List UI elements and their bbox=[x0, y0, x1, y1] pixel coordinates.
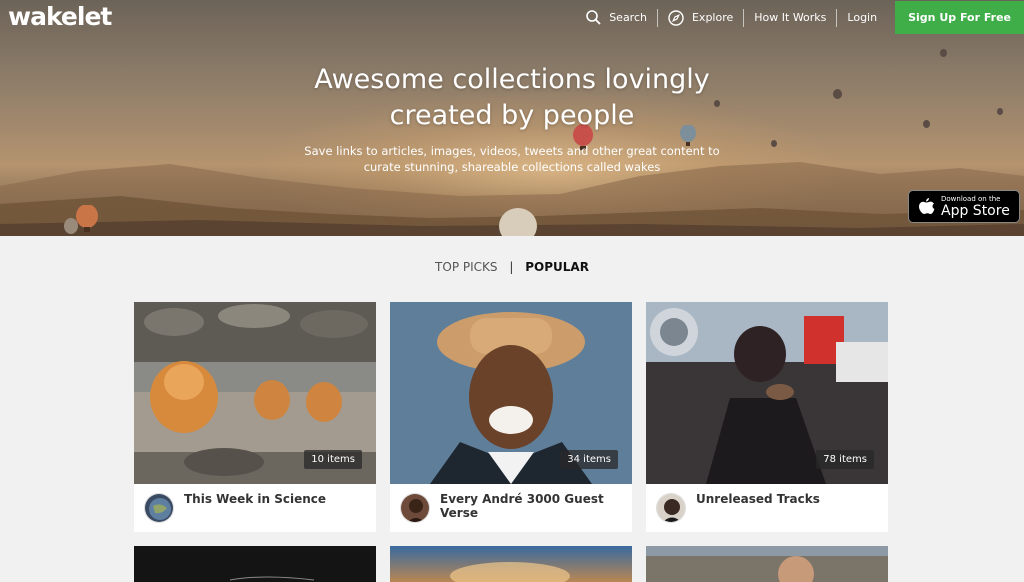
tab-top-picks[interactable]: TOP PICKS bbox=[435, 260, 497, 274]
item-count-badge: 34 items bbox=[560, 450, 618, 469]
balloon-icon bbox=[771, 140, 777, 147]
collection-card[interactable]: 34 items Every André 3000 Guest Verse bbox=[390, 302, 632, 532]
nav-search[interactable]: Search bbox=[576, 8, 657, 28]
hero-title-line: Awesome collections lovingly bbox=[314, 64, 710, 95]
wakelet-logo[interactable]: wakelet bbox=[8, 2, 112, 31]
avatar bbox=[400, 493, 430, 523]
collection-card[interactable] bbox=[646, 546, 888, 582]
balloon-icon bbox=[64, 218, 78, 234]
nav-explore-label: Explore bbox=[691, 11, 734, 24]
collection-card[interactable] bbox=[134, 546, 376, 582]
compass-icon bbox=[668, 9, 684, 26]
collection-card[interactable]: 78 items Unreleased Tracks bbox=[646, 302, 888, 532]
balloon-icon bbox=[76, 205, 98, 232]
balloon-icon bbox=[940, 49, 947, 57]
hero-subtitle-line: Save links to articles, images, videos, … bbox=[304, 144, 720, 158]
card-title[interactable]: This Week in Science bbox=[184, 492, 326, 506]
hero-subtitle-line: curate stunning, shareable collections c… bbox=[363, 160, 661, 174]
card-title[interactable]: Unreleased Tracks bbox=[696, 492, 820, 506]
collection-card[interactable]: 10 items This Week in Science bbox=[134, 302, 376, 532]
top-nav: Search Explore How It Works Login Sign U… bbox=[576, 0, 1024, 35]
avatar bbox=[144, 493, 174, 523]
balloon-icon bbox=[499, 208, 537, 236]
item-count-badge: 78 items bbox=[816, 450, 874, 469]
hero-subtitle: Save links to articles, images, videos, … bbox=[292, 143, 732, 175]
hero-title-line: created by people bbox=[389, 100, 635, 131]
tab-popular[interactable]: POPULAR bbox=[525, 260, 589, 274]
avatar bbox=[656, 493, 686, 523]
balloon-icon bbox=[923, 120, 930, 128]
balloon-icon bbox=[997, 108, 1003, 115]
app-store-text: Download on the App Store bbox=[941, 195, 1010, 219]
apple-icon bbox=[919, 197, 935, 214]
app-store-button[interactable]: Download on the App Store bbox=[908, 190, 1020, 223]
app-store-big: App Store bbox=[941, 202, 1010, 219]
nav-how-it-works[interactable]: How It Works bbox=[744, 8, 836, 28]
balloon-icon bbox=[833, 89, 842, 99]
tab-separator: | bbox=[509, 260, 514, 274]
search-icon bbox=[586, 10, 601, 25]
signup-button[interactable]: Sign Up For Free bbox=[895, 1, 1024, 34]
item-count-badge: 10 items bbox=[304, 450, 362, 469]
collection-card[interactable] bbox=[390, 546, 632, 582]
nav-login[interactable]: Login bbox=[837, 8, 887, 28]
nav-search-label: Search bbox=[609, 11, 647, 24]
collection-tabs: TOP PICKS | POPULAR bbox=[0, 260, 1024, 274]
nav-explore[interactable]: Explore bbox=[658, 8, 743, 28]
card-title[interactable]: Every André 3000 Guest Verse bbox=[440, 492, 632, 520]
hero-title: Awesome collections lovingly created by … bbox=[262, 62, 762, 134]
